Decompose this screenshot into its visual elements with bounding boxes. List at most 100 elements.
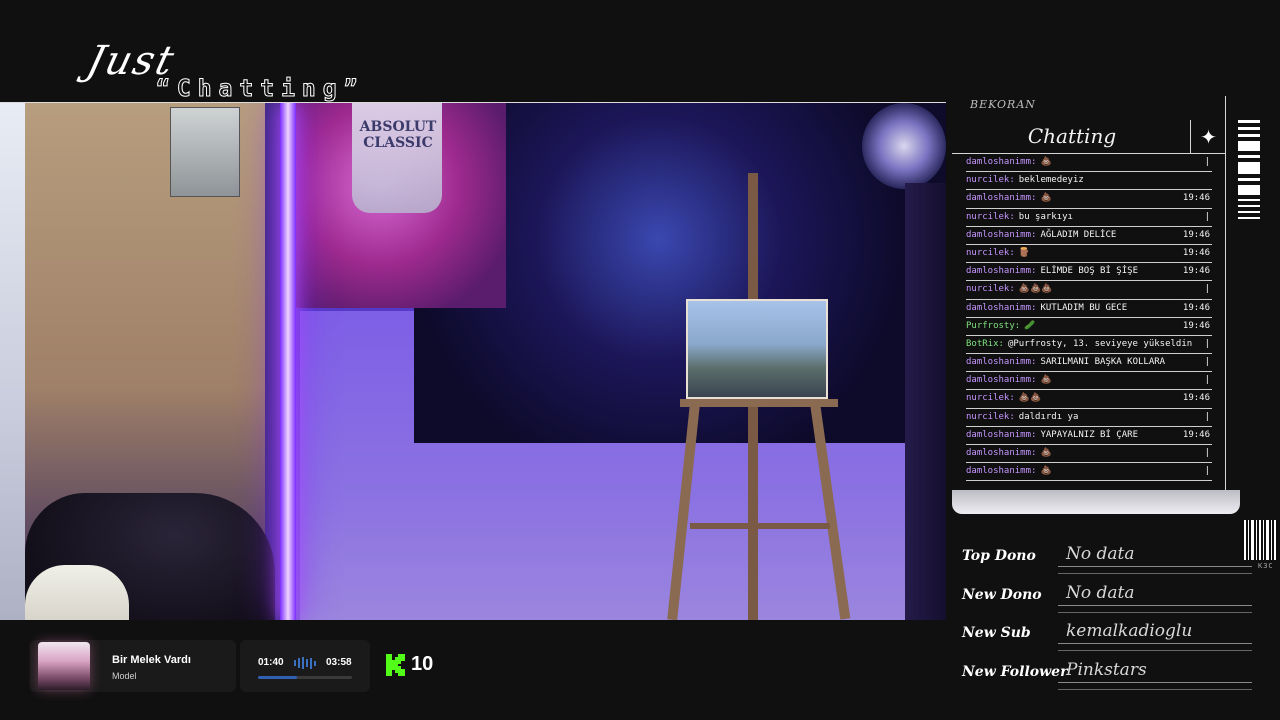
chat-timestamp: | — [1204, 448, 1210, 458]
chat-timestamp: 19:46 — [1182, 393, 1210, 404]
chat-username[interactable]: damloshanimm: — [966, 157, 1036, 167]
chat-username[interactable]: nurcilek: — [966, 175, 1015, 185]
stat-value: Pinkstars — [1066, 659, 1147, 680]
stat-row-top-dono: Top Dono No data — [962, 544, 1252, 583]
chat-username[interactable]: nurcilek: — [966, 248, 1015, 258]
chat-username[interactable]: nurcilek: — [966, 212, 1015, 222]
cam-poster-text: ABSOLUT CLASSIC — [359, 119, 437, 151]
player-progress-card: 01:40 03:58 — [240, 640, 370, 692]
chat-bottom-bar — [952, 490, 1240, 514]
chat-username[interactable]: damloshanimm: — [966, 430, 1036, 440]
cam-led-strip — [280, 103, 296, 620]
chat-username[interactable]: nurcilek: — [966, 393, 1015, 403]
chat-message: damloshanimm: 💩 | — [966, 372, 1212, 391]
progress-bar[interactable] — [258, 676, 352, 679]
chat-message: damloshanimm: KUTLADIM BU GECE 19:46 — [966, 300, 1212, 318]
total-time: 03:58 — [326, 657, 352, 668]
chat-message-list: damloshanimm: 💩 | nurcilek: beklemedeyiz daml… — [966, 154, 1212, 482]
chat-message: nurcilek: bu şarkıyı | — [966, 209, 1212, 227]
chat-message: damloshanimm: SARILMANI BAŞKA KOLLARA | — [966, 354, 1212, 373]
chat-timestamp: | — [1204, 466, 1210, 477]
chat-text: 🪵 — [1018, 247, 1030, 258]
overlay-title-chatting: “Chatting” — [155, 76, 365, 103]
stat-row-new-sub: New Sub kemalkadioglu — [962, 621, 1252, 660]
chat-timestamp: | — [1204, 375, 1210, 386]
chat-username[interactable]: nurcilek: — [966, 284, 1015, 294]
stat-row-new-follower: New Follower Pinkstars — [962, 660, 1252, 699]
chat-username[interactable]: damloshanimm: — [966, 230, 1036, 240]
chat-timestamp: | — [1204, 357, 1210, 368]
chat-timestamp: 19:46 — [1182, 247, 1210, 258]
chat-timestamp: 19:46 — [1182, 429, 1210, 440]
chat-text: 💩💩💩 — [1018, 284, 1053, 295]
chat-timestamp: 19:46 — [1182, 302, 1210, 313]
chat-text: bu şarkıyı — [1018, 211, 1073, 222]
chat-text: daldırdı ya — [1018, 411, 1079, 422]
chat-text: 💩 — [1040, 157, 1052, 167]
chat-timestamp: 19:46 — [1182, 266, 1210, 277]
stat-value: kemalkadioglu — [1066, 621, 1193, 641]
song-title: Bir Melek Vardı — [112, 654, 191, 666]
chat-username[interactable]: Purfrosty: — [966, 321, 1020, 331]
chat-message: nurcilek: beklemedeyiz — [966, 172, 1212, 191]
chat-text: 💩 — [1040, 193, 1052, 204]
chat-message: damloshanimm: ELİMDE BOŞ Bİ ŞİŞE 19:46 — [966, 263, 1212, 282]
chat-message: nurcilek: daldırdı ya | — [966, 409, 1212, 427]
chat-timestamp: 19:46 — [1182, 320, 1210, 331]
chat-message: Purfrosty: 🥒 19:46 — [966, 318, 1212, 336]
now-playing-card: Bir Melek Vardı Model — [30, 640, 236, 692]
chat-text: 💩 — [1040, 375, 1052, 386]
chat-message: nurcilek: 💩💩💩 | — [966, 281, 1212, 300]
stat-label: Top Dono — [962, 548, 1036, 564]
cam-right-shadow — [905, 183, 946, 620]
chat-text: 🥒 — [1024, 320, 1036, 331]
chat-text: YAPAYALNIZ Bİ ÇARE — [1040, 429, 1138, 440]
chat-timestamp: | — [1204, 157, 1210, 167]
progress-fill — [258, 676, 298, 679]
chat-username[interactable]: damloshanimm: — [966, 303, 1036, 313]
chat-timestamp: 19:46 — [1182, 193, 1210, 204]
chat-message: nurcilek: 🪵 19:46 — [966, 245, 1212, 264]
chat-timestamp: | — [1204, 284, 1210, 295]
chat-message: damloshanimm: 💩 | — [966, 463, 1212, 482]
barcode-label: K3C — [1258, 562, 1274, 570]
chat-timestamp: | — [1204, 411, 1210, 422]
cam-easel-crossbar — [690, 523, 830, 529]
chat-username[interactable]: damloshanimm: — [966, 357, 1036, 367]
chat-username[interactable]: damloshanimm: — [966, 266, 1036, 276]
cam-left-strip — [0, 103, 25, 620]
current-time: 01:40 — [258, 657, 284, 668]
chat-text: 💩 — [1040, 448, 1052, 458]
chat-username[interactable]: damloshanimm: — [966, 448, 1036, 458]
chat-username[interactable]: BotRix: — [966, 339, 1004, 349]
chat-text: @Purfrosty, 13. seviyeye yükseldin — [1007, 338, 1193, 349]
stat-label: New Follower — [962, 663, 1068, 680]
chat-message: BotRix: @Purfrosty, 13. seviyeye yükseldi… — [966, 336, 1212, 355]
stat-row-new-dono: New Dono No data — [962, 583, 1252, 622]
cam-jar — [25, 565, 129, 620]
stream-stats: Top Dono No data New Dono No data New Su… — [962, 544, 1252, 698]
webcam-feed: ABSOLUT CLASSIC — [0, 102, 946, 620]
chat-header-title: Chatting — [1027, 124, 1117, 148]
stat-value: No data — [1066, 544, 1135, 564]
cam-dartboard — [862, 103, 946, 189]
chat-message: nurcilek: 💩💩 19:46 — [966, 390, 1212, 409]
chat-message: damloshanimm: 💩 19:46 — [966, 190, 1212, 209]
cam-small-poster — [170, 107, 240, 197]
chat-username[interactable]: nurcilek: — [966, 412, 1015, 422]
chat-username[interactable]: damloshanimm: — [966, 375, 1036, 385]
chat-username[interactable]: damloshanimm: — [966, 193, 1036, 203]
chat-divider — [1225, 96, 1226, 490]
barcode-icon — [1244, 520, 1276, 560]
stat-underline — [1058, 566, 1252, 574]
viewer-count: 10 — [411, 653, 434, 675]
chat-message: damloshanimm: 💩 | — [966, 445, 1212, 464]
chat-text: 💩 — [1040, 466, 1052, 477]
song-artist: Model — [112, 671, 137, 681]
chat-message: damloshanimm: 💩 | — [966, 154, 1212, 173]
chat-text: beklemedeyiz — [1018, 175, 1084, 186]
chat-channel-name: BEKORAN — [970, 98, 1036, 111]
chat-username[interactable]: damloshanimm: — [966, 466, 1036, 476]
album-art — [38, 642, 90, 690]
chat-text: 💩💩 — [1018, 393, 1042, 404]
